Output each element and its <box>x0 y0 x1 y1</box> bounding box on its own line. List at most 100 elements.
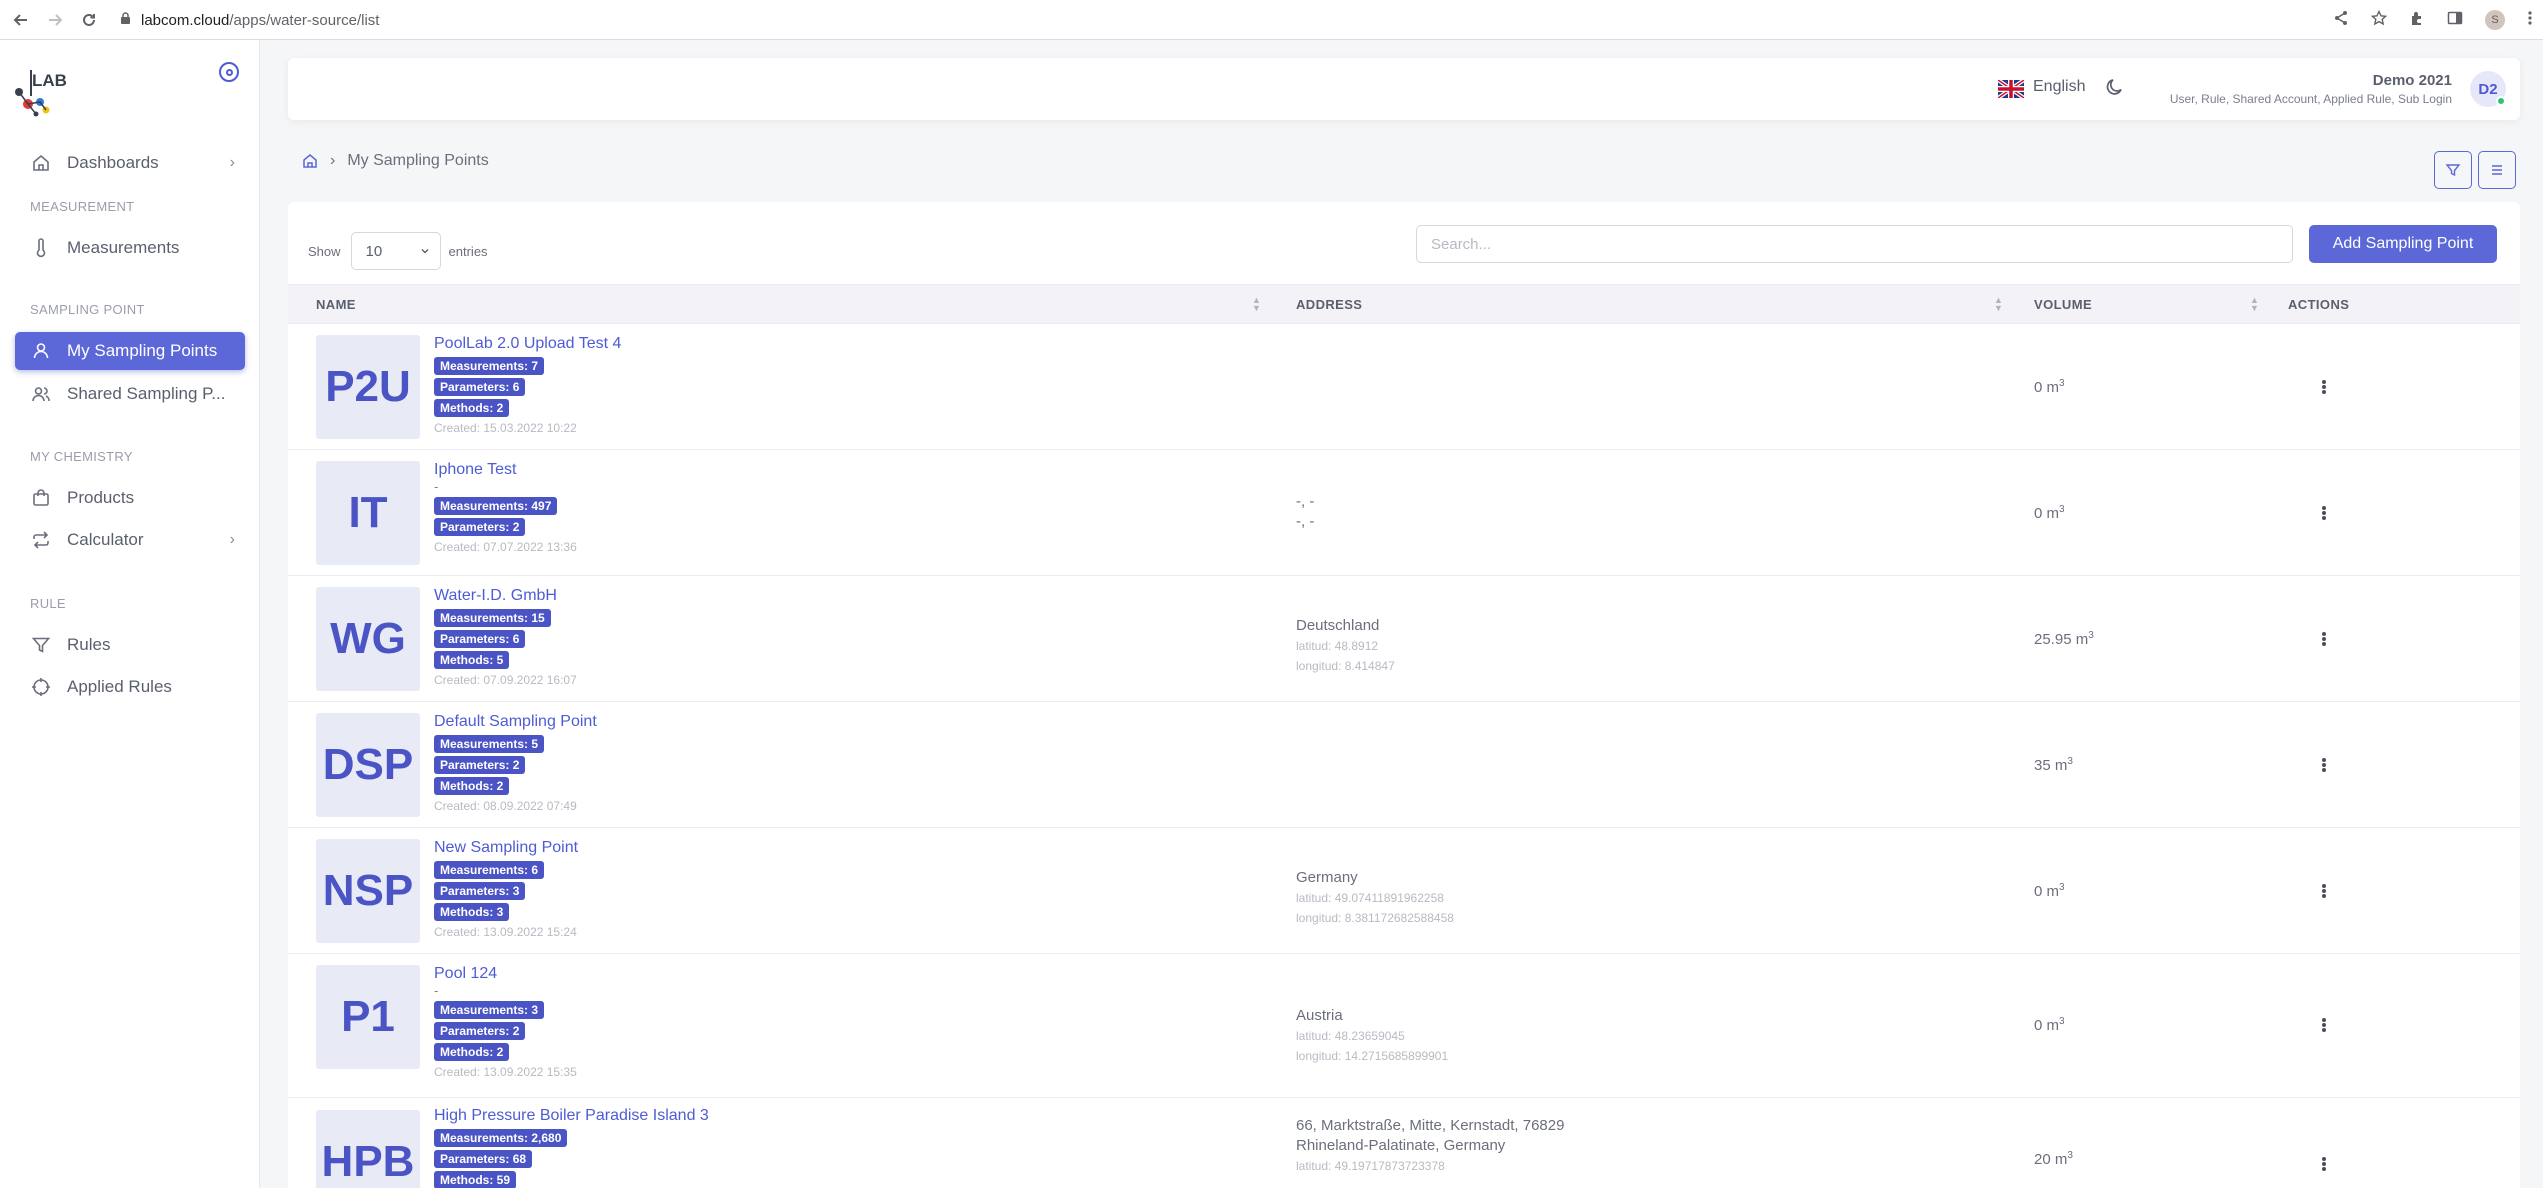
measurements-badge: Measurements: 6 <box>434 861 545 879</box>
address-cell: Germany latitud: 49.07411891962258 longi… <box>1296 868 1454 928</box>
created-date: Created: 08.09.2022 07:49 <box>434 799 577 813</box>
created-date: Created: 13.09.2022 15:35 <box>434 1065 577 1079</box>
star-icon[interactable] <box>2370 9 2388 31</box>
row-actions-kebab-icon[interactable] <box>2318 1154 2330 1174</box>
menu-kebab-icon[interactable] <box>2527 10 2533 31</box>
table-row[interactable]: NSP New Sampling Point Measurements: 6 P… <box>288 828 2520 954</box>
sampling-point-avatar: IT <box>316 461 420 565</box>
shopping-bag-icon <box>31 488 51 508</box>
add-sampling-point-button[interactable]: Add Sampling Point <box>2309 225 2497 263</box>
row-actions-kebab-icon[interactable] <box>2318 629 2330 649</box>
profile-avatar[interactable]: S <box>2485 10 2505 30</box>
sort-icon[interactable]: ▲ ▼ <box>2250 296 2259 313</box>
row-actions-kebab-icon[interactable] <box>2318 881 2330 901</box>
table-row[interactable]: WG Water-I.D. GmbH Measurements: 15 Para… <box>288 576 2520 702</box>
measurements-badge: Measurements: 2,680 <box>434 1129 568 1147</box>
latitude: latitud: 49.07411891962258 <box>1296 891 1444 905</box>
sampling-point-name[interactable]: New Sampling Point <box>434 838 578 858</box>
share-icon[interactable] <box>2333 10 2349 31</box>
parameters-badge: Parameters: 2 <box>434 518 526 536</box>
section-label-measurement: MEASUREMENT <box>30 199 135 214</box>
moon-icon[interactable] <box>2104 76 2126 98</box>
extensions-icon[interactable] <box>2409 10 2425 31</box>
table-row[interactable]: DSP Default Sampling Point Measurements:… <box>288 702 2520 828</box>
sidebar-item-products[interactable]: Products <box>15 479 245 517</box>
address-line: Rhineland-Palatinate, Germany <box>1296 1137 1506 1154</box>
user-roles: User, Rule, Shared Account, Applied Rule… <box>2169 92 2452 106</box>
filter-icon <box>31 635 51 655</box>
sampling-point-info: Water-I.D. GmbH Measurements: 15 Paramet… <box>434 586 577 687</box>
filter-button[interactable] <box>2434 151 2472 189</box>
forward-icon[interactable] <box>42 7 68 33</box>
table-row[interactable]: P1 Pool 124 - Measurements: 3 Parameters… <box>288 954 2520 1098</box>
sidebar-item-shared-sampling-points[interactable]: Shared Sampling P... <box>15 375 245 413</box>
entries-control: Show 10 entries <box>308 232 488 270</box>
volume-value: 0 m3 <box>2034 504 2065 522</box>
sidebar-item-calculator[interactable]: Calculator › <box>15 521 245 559</box>
column-header-actions: ACTIONS <box>2288 297 2350 312</box>
repeat-icon <box>31 530 51 550</box>
sampling-point-info: New Sampling Point Measurements: 6 Param… <box>434 838 578 939</box>
thermometer-icon <box>31 238 51 258</box>
sidebar-item-label: Products <box>67 488 135 507</box>
user-name[interactable]: Demo 2021 <box>2373 72 2452 89</box>
sort-icon[interactable]: ▲ ▼ <box>1994 296 2003 313</box>
language-selector[interactable]: English <box>2033 78 2085 96</box>
sampling-point-info: Default Sampling Point Measurements: 5 P… <box>434 712 597 813</box>
sampling-point-avatar: HPB <box>316 1110 420 1188</box>
sampling-point-name[interactable]: PoolLab 2.0 Upload Test 4 <box>434 334 621 354</box>
address-bar[interactable]: labcom.cloud/apps/water-source/list <box>120 0 379 40</box>
methods-badge: Methods: 2 <box>434 1043 510 1061</box>
search-placeholder: Search... <box>1431 235 1492 253</box>
entries-label: entries <box>448 243 488 259</box>
browser-toolbar: labcom.cloud/apps/water-source/list S <box>0 0 2543 40</box>
sampling-point-info: High Pressure Boiler Paradise Island 3 M… <box>434 1106 709 1188</box>
sidepanel-icon[interactable] <box>2447 10 2463 31</box>
row-actions-kebab-icon[interactable] <box>2318 1015 2330 1035</box>
description-dash: - <box>434 479 439 494</box>
sampling-point-name[interactable]: Pool 124 <box>434 964 577 984</box>
labcom-logo[interactable]: LAB <box>14 62 70 118</box>
table-row[interactable]: P2U PoolLab 2.0 Upload Test 4 Measuremen… <box>288 324 2520 450</box>
sampling-points-card: Show 10 entries Search... Add Sampling P… <box>288 202 2520 1188</box>
sidebar-item-measurements[interactable]: Measurements <box>15 229 245 267</box>
table-row[interactable]: HPB High Pressure Boiler Paradise Island… <box>288 1098 2520 1188</box>
home-icon[interactable] <box>302 153 318 169</box>
sidebar-item-applied-rules[interactable]: Applied Rules <box>15 668 245 706</box>
row-actions-kebab-icon[interactable] <box>2318 377 2330 397</box>
address-line: -, - <box>1296 513 1315 530</box>
back-icon[interactable] <box>8 7 34 33</box>
sampling-point-name[interactable]: Iphone Test <box>434 460 577 480</box>
methods-badge: Methods: 2 <box>434 399 510 417</box>
longitude: longitud: 14.2715685899901 <box>1296 1049 1449 1063</box>
sort-icon[interactable]: ▲ ▼ <box>1252 296 1261 313</box>
sidebar-item-rules[interactable]: Rules <box>15 626 245 664</box>
menu-button[interactable] <box>2478 151 2516 189</box>
sampling-point-name[interactable]: Default Sampling Point <box>434 712 597 732</box>
search-input[interactable]: Search... <box>1416 225 2293 263</box>
user-icon <box>31 341 51 361</box>
reload-icon[interactable] <box>76 7 102 33</box>
created-date: Created: 07.09.2022 16:07 <box>434 673 577 687</box>
table-row[interactable]: IT Iphone Test - Measurements: 497 Param… <box>288 450 2520 576</box>
row-actions-kebab-icon[interactable] <box>2318 755 2330 775</box>
avatar[interactable]: D2 <box>2470 71 2506 107</box>
sampling-point-name[interactable]: Water-I.D. GmbH <box>434 586 577 606</box>
circle-dot-icon <box>225 68 233 76</box>
column-header-address[interactable]: ADDRESS <box>1296 297 1362 312</box>
sidebar-item-dashboards[interactable]: Dashboards › <box>15 144 245 182</box>
sidebar-collapse-toggle[interactable] <box>219 62 239 82</box>
sampling-point-name[interactable]: High Pressure Boiler Paradise Island 3 <box>434 1106 709 1126</box>
created-date: Created: 07.07.2022 13:36 <box>434 540 577 554</box>
sampling-point-info: PoolLab 2.0 Upload Test 4 Measurements: … <box>434 334 621 435</box>
row-actions-kebab-icon[interactable] <box>2318 503 2330 523</box>
sidebar-item-my-sampling-points[interactable]: My Sampling Points <box>15 332 245 370</box>
uk-flag-icon[interactable] <box>1996 78 2026 100</box>
section-label-rule: RULE <box>30 596 66 611</box>
volume-value: 0 m3 <box>2034 378 2065 396</box>
column-header-volume[interactable]: VOLUME <box>2034 297 2092 312</box>
entries-select[interactable]: 10 <box>350 232 441 270</box>
sidebar-item-label: My Sampling Points <box>67 341 218 360</box>
column-header-name[interactable]: NAME <box>316 297 356 312</box>
address-cell: Austria latitud: 48.23659045 longitud: 1… <box>1296 1006 1448 1066</box>
